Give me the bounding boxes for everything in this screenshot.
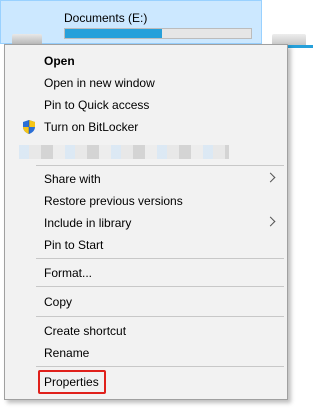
properties-highlight-box: [38, 370, 106, 394]
menu-item-label: Include in library: [44, 216, 132, 230]
menu-item-turn-on-bitlocker[interactable]: Turn on BitLocker: [7, 116, 285, 138]
menu-item-label: Share with: [44, 172, 101, 186]
menu-separator: [36, 286, 284, 287]
menu-separator: [36, 258, 284, 259]
drive-name: Documents (E:): [64, 11, 148, 25]
menu-item-label: Restore previous versions: [44, 194, 183, 208]
menu-item-label: Open in new window: [44, 76, 155, 90]
menu-item-restore-previous-versions[interactable]: Restore previous versions: [7, 190, 285, 212]
menu-item-open-new-window[interactable]: Open in new window: [7, 72, 285, 94]
drive-icon: [12, 34, 42, 44]
menu-item-label: Create shortcut: [44, 324, 127, 338]
menu-item-label: Open: [44, 54, 75, 68]
menu-item-rename[interactable]: Rename: [7, 342, 285, 364]
menu-item-label: Turn on BitLocker: [44, 120, 139, 134]
menu-item-open[interactable]: Open: [7, 50, 285, 72]
menu-item-label: Format...: [44, 266, 93, 280]
menu-item-pin-quick-access[interactable]: Pin to Quick access: [7, 94, 285, 116]
menu-item-label: Pin to Quick access: [44, 98, 150, 112]
chevron-right-icon: [265, 216, 276, 227]
menu-item-label: Pin to Start: [44, 238, 104, 252]
drive-usage-bar-secondary: [286, 45, 313, 48]
shield-icon: [23, 120, 35, 134]
menu-item-copy[interactable]: Copy: [7, 291, 285, 313]
context-menu: Open Open in new window Pin to Quick acc…: [4, 44, 288, 400]
blurred-menu-item[interactable]: [19, 145, 229, 159]
menu-item-share-with[interactable]: Share with: [7, 168, 285, 190]
menu-item-format[interactable]: Format...: [7, 262, 285, 284]
chevron-right-icon: [265, 172, 276, 183]
drive-usage-bar: [64, 28, 252, 39]
menu-separator: [36, 316, 284, 317]
drive-usage-fill: [65, 29, 162, 38]
menu-item-include-in-library[interactable]: Include in library: [7, 212, 285, 234]
menu-separator: [36, 165, 284, 166]
menu-separator: [36, 366, 284, 367]
menu-item-label: Copy: [44, 295, 73, 309]
menu-item-pin-to-start[interactable]: Pin to Start: [7, 234, 285, 256]
menu-item-label: Rename: [44, 346, 90, 360]
menu-item-create-shortcut[interactable]: Create shortcut: [7, 320, 285, 342]
